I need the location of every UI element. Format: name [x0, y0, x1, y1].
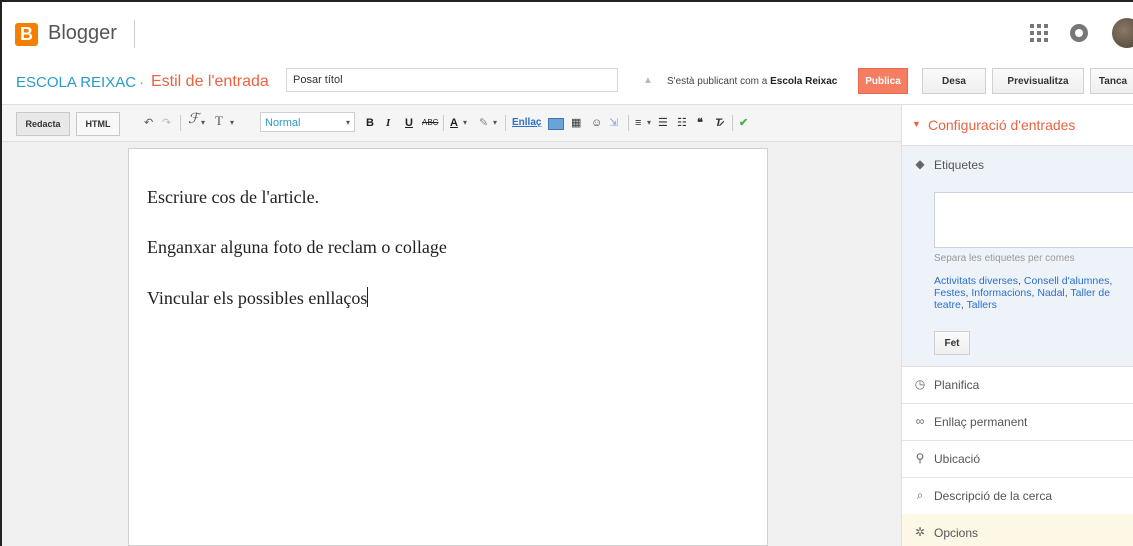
- underline-icon[interactable]: U: [405, 116, 413, 130]
- save-button[interactable]: Desa: [922, 68, 986, 94]
- chevron-down-icon[interactable]: ▾: [201, 116, 205, 130]
- font-size-icon[interactable]: T: [215, 114, 223, 128]
- tag-icon: ◆: [915, 157, 925, 171]
- toolbar-divider: [505, 115, 506, 131]
- blogger-window: B Blogger ESCOLA REIXAC · Estil de l'ent…: [0, 0, 1133, 546]
- app-header: B Blogger: [2, 2, 1133, 65]
- bullet-list-icon[interactable]: ☷: [677, 116, 687, 130]
- schedule-section[interactable]: ◷ Planifica: [902, 366, 1133, 404]
- label-suggestion[interactable]: Activitats diverses: [934, 275, 1018, 287]
- toolbar-divider: [443, 115, 444, 131]
- chevron-down-icon[interactable]: ▾: [230, 116, 234, 130]
- options-title: Opcions: [934, 526, 979, 540]
- publishing-as-name: Escola Reixac: [770, 76, 838, 87]
- italic-icon[interactable]: I: [386, 116, 390, 130]
- label-suggestion[interactable]: Nadal: [1037, 287, 1064, 299]
- labels-suggestions: Activitats diverses, Consell d'alumnes, …: [934, 275, 1113, 311]
- label-suggestion[interactable]: Festes: [934, 287, 966, 299]
- image-icon[interactable]: [548, 118, 564, 130]
- label-suggestion[interactable]: Informacions: [971, 287, 1031, 299]
- labels-hint: Separa les etiquetes per comes: [934, 253, 1075, 264]
- options-section[interactable]: ✲ Opcions: [902, 514, 1133, 546]
- link-icon: ∞: [915, 414, 925, 428]
- body-paragraph[interactable]: Enganxar alguna foto de reclam o collage: [147, 237, 447, 258]
- location-section[interactable]: ⚲ Ubicació: [902, 440, 1133, 478]
- strikethrough-icon[interactable]: ABC: [422, 116, 438, 130]
- location-pin-icon: ⚲: [915, 451, 925, 465]
- quote-icon[interactable]: ❝: [697, 116, 703, 130]
- labels-done-button[interactable]: Fet: [934, 331, 970, 355]
- blogger-logo-icon[interactable]: B: [15, 23, 38, 46]
- chevron-down-icon[interactable]: ▾: [463, 116, 467, 130]
- remove-formatting-icon[interactable]: T̷: [715, 116, 722, 130]
- label-suggestion[interactable]: Tallers: [967, 299, 997, 311]
- toolbar-divider: [180, 115, 181, 131]
- caret-down-icon: ▼: [912, 119, 921, 129]
- chevron-down-icon[interactable]: ▾: [647, 116, 651, 130]
- brand-divider: [134, 20, 135, 48]
- format-select[interactable]: Normal ▾: [260, 112, 355, 132]
- toolbar-divider: [732, 115, 733, 131]
- numbered-list-icon[interactable]: ☰: [658, 116, 668, 130]
- redo-icon[interactable]: ↷: [162, 116, 171, 130]
- align-icon[interactable]: ≡: [635, 116, 641, 130]
- labels-input[interactable]: [934, 192, 1133, 248]
- emoji-icon[interactable]: ☺: [591, 116, 602, 130]
- brand-name[interactable]: Blogger: [48, 22, 117, 45]
- spellcheck-icon[interactable]: ✔: [739, 116, 748, 130]
- chevron-down-icon: ▾: [345, 118, 350, 127]
- toolbar-divider: [628, 115, 629, 131]
- labels-panel: ◆ Etiquetes Separa les etiquetes per com…: [902, 146, 1133, 367]
- link-button[interactable]: Enllaç: [512, 116, 541, 130]
- chevron-down-icon[interactable]: ▾: [493, 116, 497, 130]
- warning-icon: ▲: [643, 75, 653, 86]
- highlight-color-icon[interactable]: ✎: [479, 116, 488, 130]
- undo-icon[interactable]: ↶: [144, 116, 153, 130]
- html-mode-button[interactable]: HTML: [76, 112, 120, 136]
- text-color-icon[interactable]: A: [450, 116, 458, 130]
- post-settings-title: Configuració d'entrades: [928, 117, 1076, 133]
- body-paragraph-text: Vincular els possibles enllaços: [147, 288, 368, 308]
- schedule-title: Planifica: [934, 378, 980, 392]
- permalink-section[interactable]: ∞ Enllaç permanent: [902, 403, 1133, 441]
- blog-name[interactable]: ESCOLA REIXAC: [16, 74, 136, 91]
- jump-break-icon[interactable]: ⇲: [609, 116, 618, 130]
- post-title-input[interactable]: [286, 68, 618, 92]
- publish-button[interactable]: Publica: [858, 68, 908, 94]
- post-body-editor[interactable]: Escriure cos de l'article. Enganxar algu…: [128, 148, 768, 546]
- location-title: Ubicació: [934, 452, 981, 466]
- notifications-icon[interactable]: [1070, 24, 1088, 42]
- publishing-as-text: S'està publicant com a Escola Reixac: [667, 76, 837, 87]
- apps-grid-icon[interactable]: [1030, 24, 1050, 44]
- video-icon[interactable]: ▦: [571, 116, 581, 130]
- post-settings-sidebar: ▼ Configuració d'entrades ◆ Etiquetes Se…: [901, 105, 1133, 546]
- font-family-icon[interactable]: ℱ: [188, 113, 199, 127]
- label-suggestion[interactable]: Consell d'alumnes: [1024, 275, 1109, 287]
- search-description-title: Descripció de la cerca: [934, 489, 1053, 503]
- body-paragraph[interactable]: Vincular els possibles enllaços: [147, 287, 369, 309]
- post-title-bar: ESCOLA REIXAC · Estil de l'entrada ▲ S'e…: [2, 64, 1133, 105]
- post-settings-header[interactable]: ▼ Configuració d'entrades: [902, 105, 1133, 146]
- avatar[interactable]: [1112, 18, 1133, 48]
- search-description-section[interactable]: ⌕ Descripció de la cerca: [902, 477, 1133, 515]
- gear-icon: ✲: [914, 525, 926, 539]
- clock-icon: ◷: [914, 377, 926, 391]
- close-button[interactable]: Tanca: [1090, 68, 1133, 94]
- text-cursor: [367, 287, 369, 307]
- permalink-title: Enllaç permanent: [934, 415, 1028, 429]
- labels-title[interactable]: Etiquetes: [934, 158, 984, 172]
- search-icon: ⌕: [916, 488, 924, 502]
- editor-toolbar: Redacta HTML ↶ ↷ ℱ ▾ T ▾ Normal ▾ B I U …: [2, 105, 901, 142]
- preview-button[interactable]: Previsualitza: [992, 68, 1084, 94]
- title-separator: ·: [139, 74, 144, 91]
- body-paragraph[interactable]: Escriure cos de l'article.: [147, 187, 319, 208]
- publishing-as-prefix: S'està publicant com a: [667, 76, 768, 87]
- compose-mode-button[interactable]: Redacta: [16, 112, 70, 136]
- format-select-value: Normal: [265, 117, 301, 129]
- post-label: Estil de l'entrada: [151, 73, 269, 90]
- bold-icon[interactable]: B: [366, 116, 374, 130]
